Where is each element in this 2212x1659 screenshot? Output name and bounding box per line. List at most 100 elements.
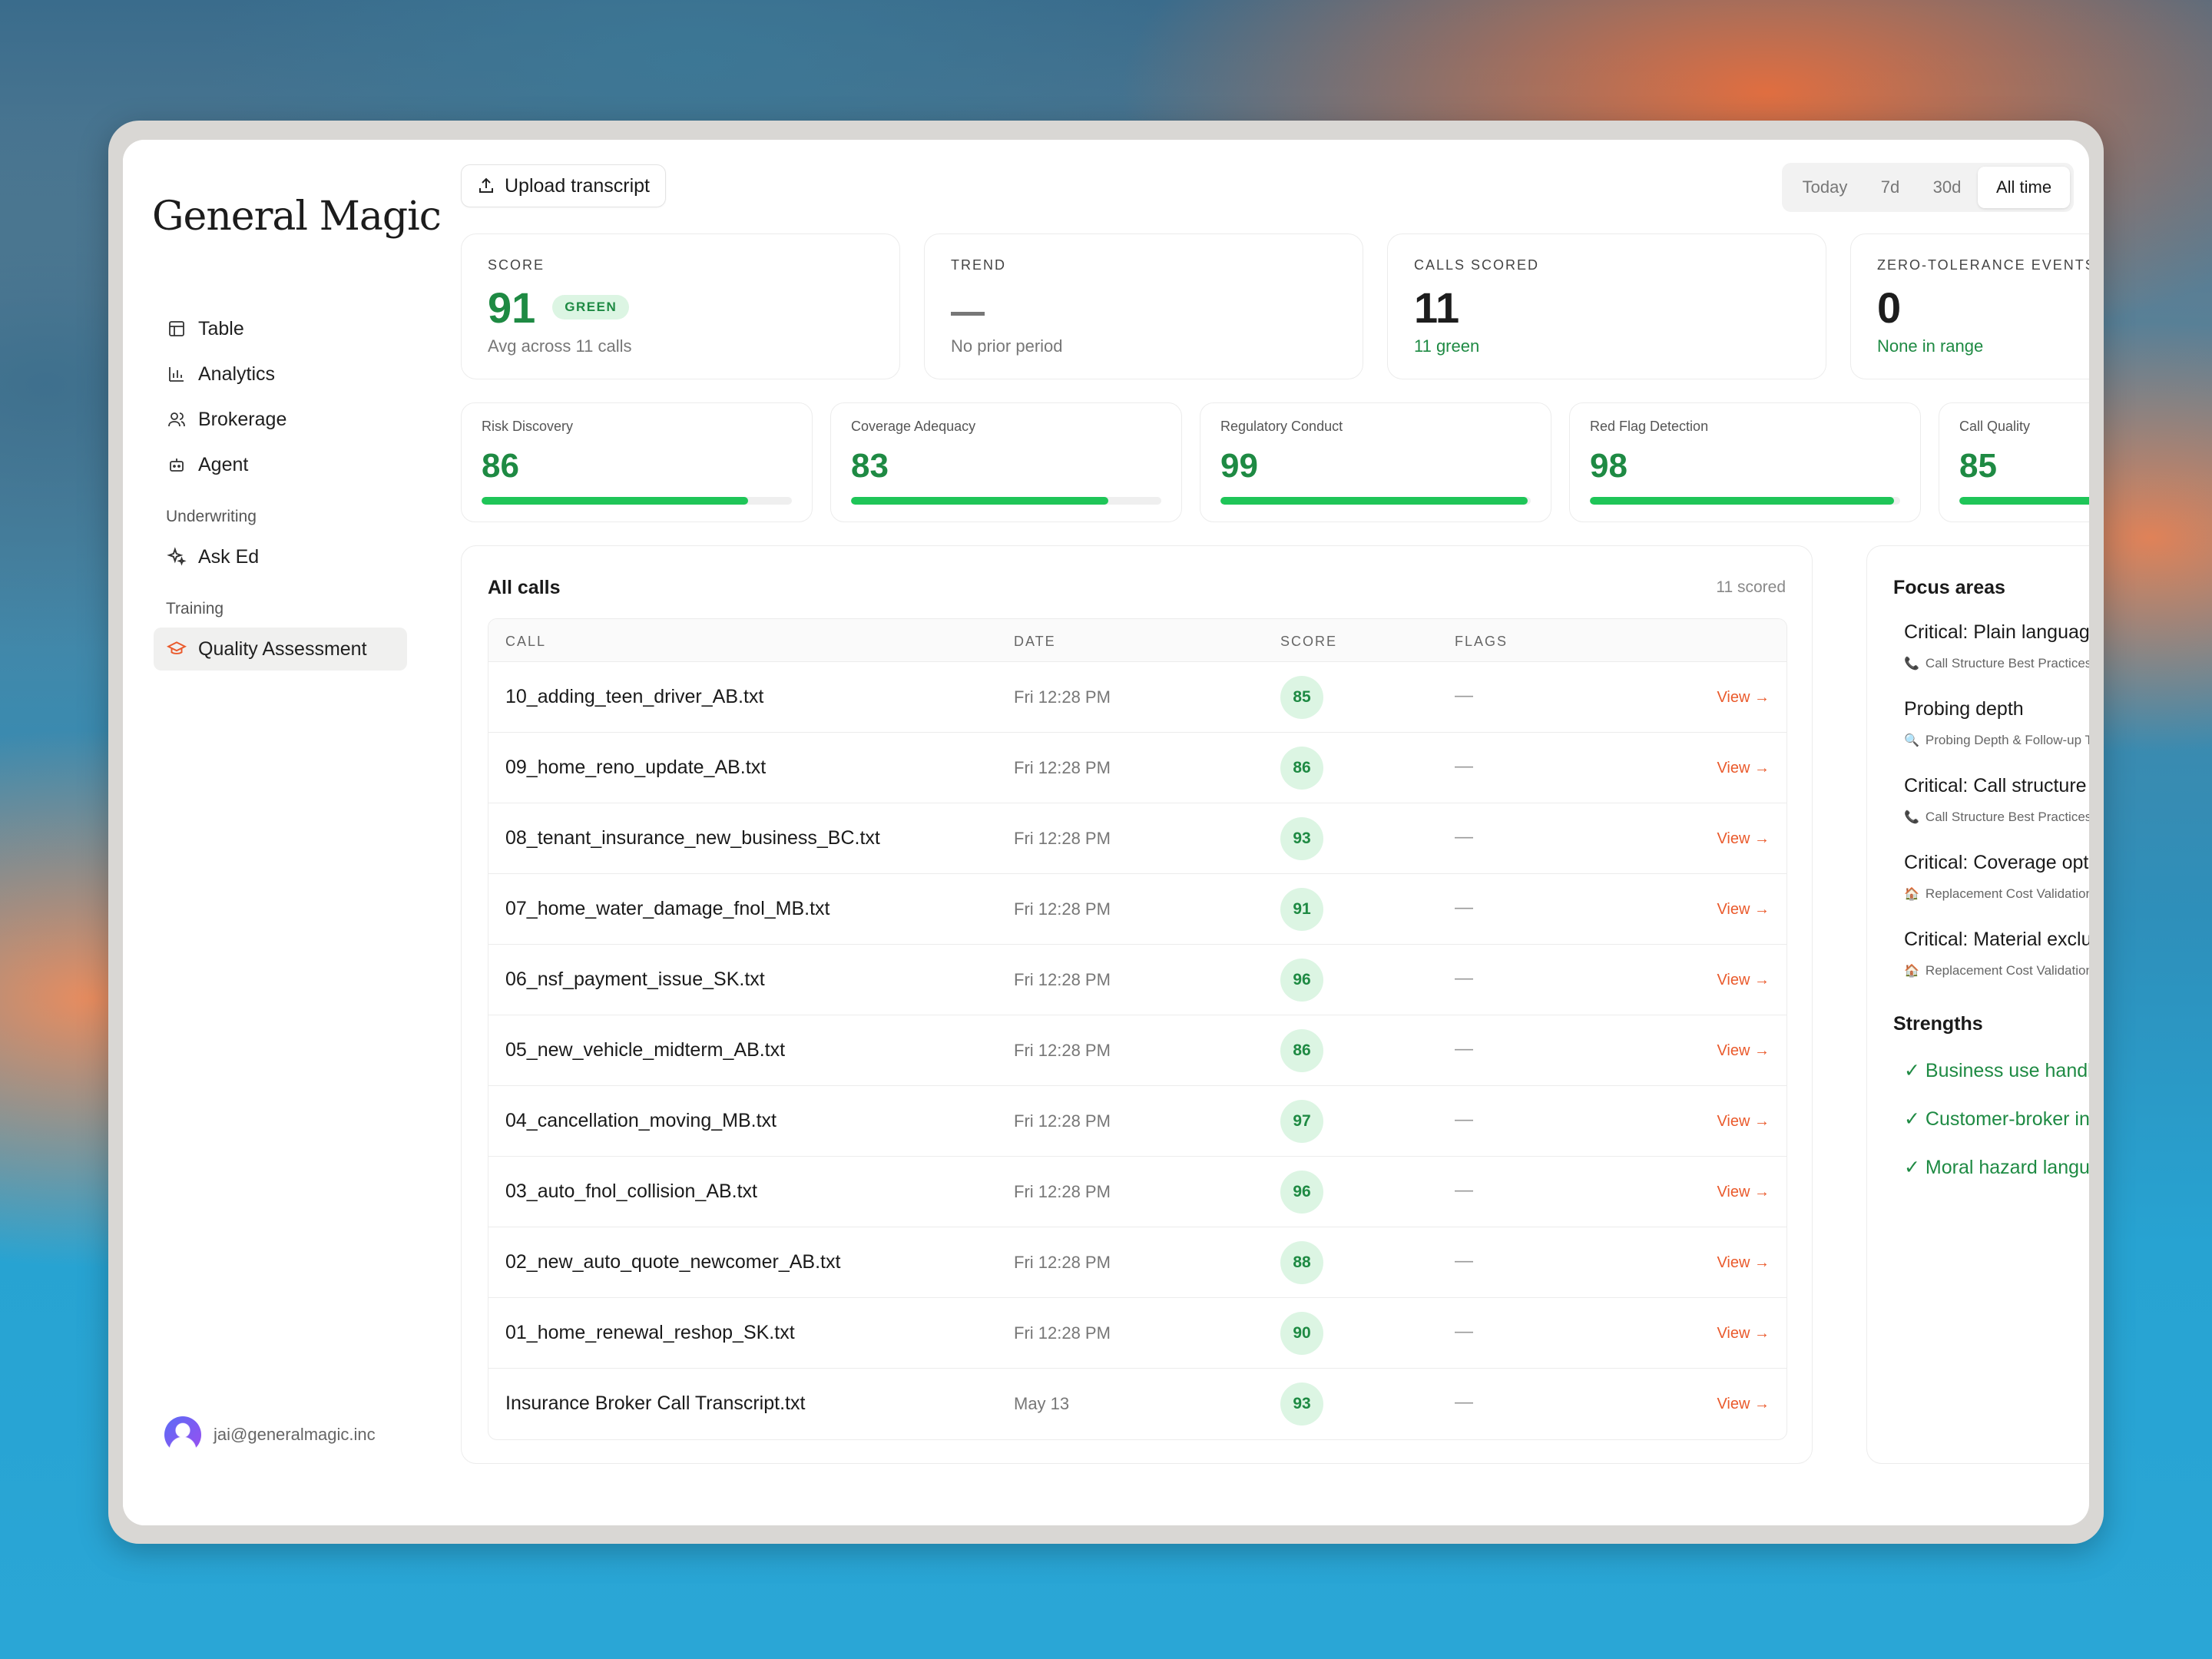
focus-item-name: Critical: Material exclusio bbox=[1904, 929, 2089, 950]
user-account[interactable]: jai@generalmagic.inc bbox=[164, 1416, 376, 1453]
trend-label: TREND bbox=[951, 257, 1006, 273]
metric-label: Risk Discovery bbox=[482, 419, 574, 434]
sidebar-item-quality-assessment[interactable]: Quality Assessment bbox=[154, 628, 407, 671]
range-all-time[interactable]: All time bbox=[1978, 167, 2070, 208]
calls-table: CALL DATE SCORE FLAGS 10_adding_teen_dri… bbox=[488, 618, 1787, 1440]
metric-value: 99 bbox=[1220, 447, 1258, 485]
call-filename: 08_tenant_insurance_new_business_BC.txt bbox=[505, 827, 880, 849]
view-link[interactable]: View → bbox=[1717, 830, 1770, 848]
section-title-training: Training bbox=[166, 600, 224, 618]
call-date: Fri 12:28 PM bbox=[1014, 1253, 1111, 1272]
sidebar-item-brokerage[interactable]: Brokerage bbox=[154, 398, 407, 441]
column-header-call[interactable]: CALL bbox=[505, 634, 546, 650]
table-row[interactable]: Insurance Broker Call Transcript.txt May … bbox=[488, 1369, 1786, 1439]
metric-regulatory-conduct: Regulatory Conduct 99 bbox=[1200, 402, 1551, 522]
score-badge: 88 bbox=[1280, 1241, 1323, 1284]
sidebar-item-label: Brokerage bbox=[198, 408, 287, 430]
view-link[interactable]: View → bbox=[1717, 901, 1770, 919]
calls-scored-card: CALLS SCORED 11 11 green bbox=[1387, 233, 1826, 379]
table-row[interactable]: 07_home_water_damage_fnol_MB.txt Fri 12:2… bbox=[488, 874, 1786, 945]
trend-dash bbox=[951, 311, 985, 316]
table-row[interactable]: 04_cancellation_moving_MB.txt Fri 12:28 P… bbox=[488, 1086, 1786, 1157]
call-flags: — bbox=[1455, 1250, 1473, 1271]
metric-value: 98 bbox=[1590, 447, 1628, 485]
metric-label: Coverage Adequacy bbox=[851, 419, 976, 434]
zero-tolerance-card: ZERO-TOLERANCE EVENTS 0 None in range bbox=[1850, 233, 2089, 379]
column-header-score[interactable]: SCORE bbox=[1280, 634, 1337, 650]
call-flags: — bbox=[1455, 897, 1473, 918]
focus-item-name: Critical: Coverage option bbox=[1904, 852, 2089, 873]
call-flags: — bbox=[1455, 685, 1473, 706]
table-row[interactable]: 10_adding_teen_driver_AB.txt Fri 12:28 PM… bbox=[488, 662, 1786, 733]
focus-item[interactable]: Probing depth 🔍 Probing Depth & Follow-up … bbox=[1904, 698, 2089, 775]
panel-title: Focus areas bbox=[1893, 577, 2005, 598]
view-link[interactable]: View → bbox=[1717, 689, 1770, 707]
call-date: Fri 12:28 PM bbox=[1014, 687, 1111, 707]
call-filename: 10_adding_teen_driver_AB.txt bbox=[505, 686, 764, 707]
call-flags: — bbox=[1455, 968, 1473, 988]
table-row[interactable]: 03_auto_fnol_collision_AB.txt Fri 12:28 P… bbox=[488, 1157, 1786, 1227]
call-filename: Insurance Broker Call Transcript.txt bbox=[505, 1392, 806, 1414]
sidebar-item-agent[interactable]: Agent bbox=[154, 443, 407, 486]
focus-list: Critical: Plain language c 📞 Call Structur… bbox=[1904, 621, 2089, 1005]
sidebar-item-table[interactable]: Table bbox=[154, 307, 407, 350]
score-badge: 96 bbox=[1280, 959, 1323, 1002]
focus-item-name: Critical: Call structure co bbox=[1904, 775, 2089, 796]
upload-icon bbox=[479, 177, 493, 193]
metric-label: Call Quality bbox=[1959, 419, 2031, 434]
calls-scored-label: CALLS SCORED bbox=[1414, 257, 1540, 273]
table-row[interactable]: 02_new_auto_quote_newcomer_AB.txt Fri 12:… bbox=[488, 1227, 1786, 1298]
focus-item[interactable]: Critical: Call structure co 📞 Call Structu… bbox=[1904, 775, 2089, 852]
sidebar-nav: Table Analytics Brokerage Agent Underwri… bbox=[154, 307, 407, 673]
focus-item-source: 🔍 Probing Depth & Follow-up Te bbox=[1904, 733, 2089, 748]
call-date: Fri 12:28 PM bbox=[1014, 1041, 1111, 1060]
range-7d[interactable]: 7d bbox=[1864, 167, 1916, 208]
range-30d[interactable]: 30d bbox=[1916, 167, 1978, 208]
view-link[interactable]: View → bbox=[1717, 1325, 1770, 1343]
focus-item-source: 📞 Call Structure Best Practices bbox=[1904, 656, 2089, 671]
table-icon bbox=[166, 318, 187, 339]
column-header-date[interactable]: DATE bbox=[1014, 634, 1056, 650]
trend-card: TREND No prior period bbox=[924, 233, 1363, 379]
source-label: Call Structure Best Practices bbox=[1925, 810, 2089, 824]
bar-chart-icon bbox=[166, 363, 187, 385]
table-row[interactable]: 08_tenant_insurance_new_business_BC.txt F… bbox=[488, 803, 1786, 874]
score-value: 91 bbox=[488, 283, 536, 332]
view-link[interactable]: View → bbox=[1717, 972, 1770, 989]
sidebar: General Magic Table Analytics Brokerage bbox=[123, 140, 461, 1525]
view-link[interactable]: View → bbox=[1717, 1396, 1770, 1413]
view-link[interactable]: View → bbox=[1717, 760, 1770, 777]
strengths-title: Strengths bbox=[1893, 1013, 1983, 1035]
call-flags: — bbox=[1455, 1109, 1473, 1130]
table-row[interactable]: 01_home_renewal_reshop_SK.txt Fri 12:28 P… bbox=[488, 1298, 1786, 1369]
table-row[interactable]: 09_home_reno_update_AB.txt Fri 12:28 PM 86… bbox=[488, 733, 1786, 803]
view-link[interactable]: View → bbox=[1717, 1184, 1770, 1201]
table-row[interactable]: 06_nsf_payment_issue_SK.txt Fri 12:28 PM 9… bbox=[488, 945, 1786, 1015]
table-row[interactable]: 05_new_vehicle_midterm_AB.txt Fri 12:28 P… bbox=[488, 1015, 1786, 1086]
focus-item[interactable]: Critical: Material exclusio 🏠 Replacement … bbox=[1904, 929, 2089, 1005]
score-badge: 96 bbox=[1280, 1171, 1323, 1214]
call-date: Fri 12:28 PM bbox=[1014, 1323, 1111, 1343]
score-badge: 91 bbox=[1280, 888, 1323, 931]
sparkle-icon bbox=[166, 546, 187, 568]
view-link[interactable]: View → bbox=[1717, 1042, 1770, 1060]
table-header: CALL DATE SCORE FLAGS bbox=[488, 619, 1786, 662]
score-badge: 93 bbox=[1280, 817, 1323, 860]
focus-item-source: 🏠 Replacement Cost Validation \ bbox=[1904, 886, 2089, 902]
user-email: jai@generalmagic.inc bbox=[214, 1425, 376, 1444]
upload-transcript-button[interactable]: Upload transcript bbox=[461, 164, 666, 207]
range-today[interactable]: Today bbox=[1786, 167, 1864, 208]
sidebar-item-analytics[interactable]: Analytics bbox=[154, 353, 407, 396]
metric-bar-fill bbox=[851, 497, 1109, 505]
source-icon: 📞 bbox=[1904, 657, 1919, 671]
call-flags: — bbox=[1455, 1180, 1473, 1200]
view-link[interactable]: View → bbox=[1717, 1254, 1770, 1272]
score-badge: 86 bbox=[1280, 1029, 1323, 1072]
focus-item[interactable]: Critical: Coverage option 🏠 Replacement Co… bbox=[1904, 852, 2089, 929]
view-link[interactable]: View → bbox=[1717, 1113, 1770, 1131]
strength-item: ✓ Business use handling bbox=[1904, 1060, 2089, 1081]
column-header-flags[interactable]: FLAGS bbox=[1455, 634, 1508, 650]
focus-item-name: Critical: Plain language c bbox=[1904, 621, 2089, 643]
focus-item[interactable]: Critical: Plain language c 📞 Call Structur… bbox=[1904, 621, 2089, 698]
sidebar-item-ask-ed[interactable]: Ask Ed bbox=[154, 535, 407, 578]
